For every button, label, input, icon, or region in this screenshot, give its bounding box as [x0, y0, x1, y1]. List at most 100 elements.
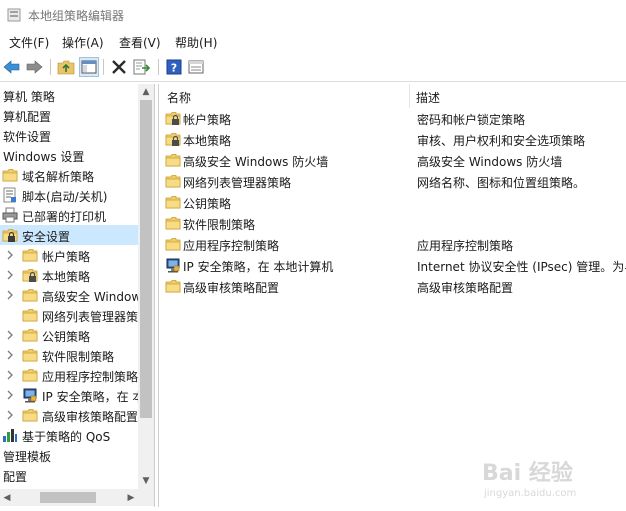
scrollbar-corner	[138, 489, 154, 506]
scroll-down-icon[interactable]: ▼	[138, 473, 154, 489]
title-bar: 本地组策略编辑器	[0, 0, 626, 30]
folder-icon	[22, 289, 38, 302]
properties-button[interactable]	[186, 57, 206, 77]
scroll-thumb[interactable]	[40, 492, 96, 503]
menu-help[interactable]: 帮助(H)	[175, 34, 217, 51]
locked-folder-icon	[165, 133, 181, 146]
menu-action[interactable]: 操作(A)	[62, 34, 104, 51]
list-item-description: 高级审核策略配置	[417, 281, 514, 295]
scroll-thumb[interactable]	[140, 100, 152, 418]
folder-icon	[165, 154, 181, 167]
folder-icon	[165, 175, 181, 188]
up-level-button[interactable]	[56, 57, 76, 77]
console-tree-pane: 算机 策略 算机配置软件设置 Windows 设置域名解析策略 脚本(启动/关机) 已部…	[0, 84, 155, 507]
tree-item-label: 软件设置	[3, 130, 52, 144]
tree-item[interactable]: 高级安全 Windows	[0, 285, 138, 305]
tree-item[interactable]: 管理模板	[0, 445, 138, 465]
tree-item[interactable]: 帐户策略	[0, 245, 138, 265]
list-item-name: 高级审核策略配置	[183, 281, 280, 295]
export-list-button[interactable]	[132, 57, 152, 77]
expand-chevron-icon[interactable]	[6, 290, 14, 300]
ipsec-icon	[23, 388, 37, 403]
tree-item[interactable]: Windows 设置	[0, 145, 138, 165]
tree-item[interactable]: 软件限制策略	[0, 345, 138, 365]
list-item[interactable]: 应用程序控制策略 应用程序控制策略	[159, 234, 626, 255]
list-item-name: 高级安全 Windows 防火墙	[183, 155, 329, 169]
locked-folder-icon	[22, 269, 38, 282]
folder-icon	[165, 217, 181, 230]
list-item-description: 网络名称、图标和位置组策略。	[417, 176, 586, 190]
folder-icon	[165, 280, 181, 293]
tree-item-label: 已部署的打印机	[22, 210, 107, 224]
tree-item[interactable]: 脚本(启动/关机)	[0, 185, 138, 205]
window-title: 本地组策略编辑器	[28, 9, 125, 23]
scroll-left-icon[interactable]: ◀	[0, 489, 14, 506]
forward-arrow-icon	[26, 60, 43, 74]
expand-chevron-icon[interactable]	[6, 410, 14, 420]
expand-chevron-icon[interactable]	[6, 390, 14, 400]
tree-item-label: 应用程序控制策略	[42, 370, 138, 384]
tree-item[interactable]: 算机 策略	[0, 85, 138, 105]
list-item-description: 审核、用户权利和安全选项策略	[417, 134, 586, 148]
delete-button[interactable]	[109, 57, 129, 77]
tree-item[interactable]: 高级审核策略配置	[0, 405, 138, 425]
tree-item-label: 网络列表管理器策	[42, 310, 138, 324]
list-item[interactable]: 软件限制策略	[159, 213, 626, 234]
tree-item-label: 域名解析策略	[22, 170, 95, 184]
list-item[interactable]: 公钥策略	[159, 192, 626, 213]
show-hide-tree-button[interactable]	[79, 57, 99, 77]
tree-item[interactable]: 算机配置	[0, 105, 138, 125]
list-item[interactable]: 高级安全 Windows 防火墙 高级安全 Windows 防火墙	[159, 150, 626, 171]
ipsec-icon	[166, 258, 180, 273]
tree-item[interactable]: IP 安全策略，在 本	[0, 385, 138, 405]
chart-icon	[3, 429, 17, 442]
folder-icon	[165, 238, 181, 251]
list-item[interactable]: IP 安全策略，在 本地计算机 Internet 协议安全性 (IPsec) 管理…	[159, 255, 626, 276]
help-icon: ?	[166, 59, 182, 75]
baidu-watermark-logo: Bai 经验 jingyan.baidu.com	[482, 460, 576, 499]
folder-icon	[22, 249, 38, 262]
menu-bar: 文件(F) 操作(A) 查看(V) 帮助(H)	[0, 31, 626, 53]
column-header-description[interactable]: 描述	[410, 84, 626, 108]
tree-vertical-scrollbar[interactable]: ▲ ▼	[138, 84, 154, 489]
app-icon	[7, 8, 21, 22]
tree-item[interactable]: 软件设置	[0, 125, 138, 145]
tree-item[interactable]: 公钥策略	[0, 325, 138, 345]
list-item[interactable]: 本地策略 审核、用户权利和安全选项策略	[159, 129, 626, 150]
expand-chevron-icon[interactable]	[6, 330, 14, 340]
locked-folder-icon	[165, 112, 181, 125]
list-item[interactable]: 帐户策略 密码和帐户锁定策略	[159, 108, 626, 129]
back-button[interactable]	[2, 57, 22, 77]
menu-file[interactable]: 文件(F)	[9, 34, 49, 51]
forward-button[interactable]	[24, 57, 44, 77]
tree-item[interactable]: 网络列表管理器策	[0, 305, 138, 325]
expand-chevron-icon[interactable]	[6, 370, 14, 380]
tree-item-label: 帐户策略	[42, 250, 91, 264]
tree-item[interactable]: 已部署的打印机	[0, 205, 138, 225]
tree-item[interactable]: 本地策略	[0, 265, 138, 285]
expand-chevron-icon[interactable]	[6, 350, 14, 360]
back-arrow-icon	[3, 60, 20, 74]
scroll-right-icon[interactable]: ▶	[124, 489, 138, 506]
tree-item[interactable]: 应用程序控制策略	[0, 365, 138, 385]
toolbar-separator	[103, 59, 104, 75]
help-button[interactable]: ?	[164, 57, 184, 77]
list-item-description: Internet 协议安全性 (IPsec) 管理。为与	[417, 260, 626, 274]
folder-icon	[22, 309, 38, 322]
tree-horizontal-scrollbar[interactable]: ◀ ▶	[0, 489, 138, 506]
scroll-up-icon[interactable]: ▲	[138, 84, 154, 100]
column-header-name[interactable]: 名称	[159, 84, 409, 108]
tree-item[interactable]: 域名解析策略	[0, 165, 138, 185]
tree-item[interactable]: 安全设置	[0, 225, 138, 245]
menu-view[interactable]: 查看(V)	[119, 34, 161, 51]
delete-x-icon	[112, 60, 126, 74]
list-item-name: 本地策略	[183, 134, 232, 148]
expand-chevron-icon[interactable]	[6, 250, 14, 260]
expand-chevron-icon[interactable]	[6, 270, 14, 280]
tree-item[interactable]: 配置	[0, 465, 138, 485]
list-item[interactable]: 高级审核策略配置 高级审核策略配置	[159, 276, 626, 297]
tree-item-label: 高级安全 Windows	[42, 290, 138, 304]
list-item[interactable]: 网络列表管理器策略 网络名称、图标和位置组策略。	[159, 171, 626, 192]
list-item-description: 密码和帐户锁定策略	[417, 113, 526, 127]
tree-item[interactable]: 基于策略的 QoS	[0, 425, 138, 445]
